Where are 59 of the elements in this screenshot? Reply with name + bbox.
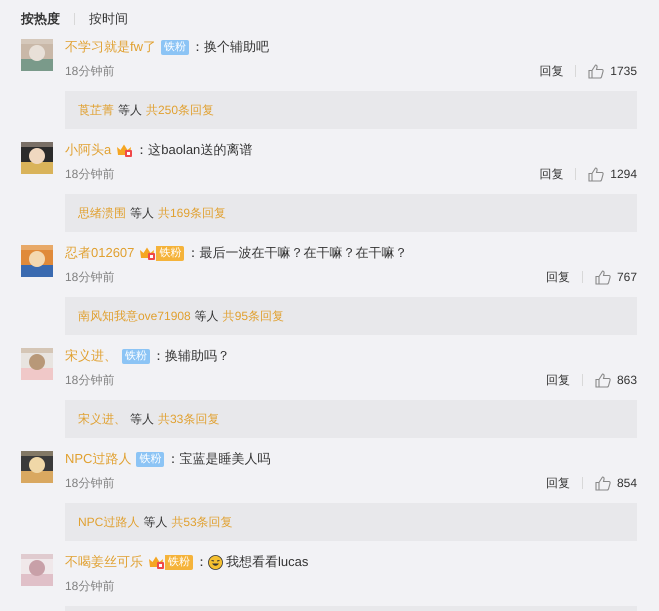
- reply-count-link[interactable]: 共95条回复: [222, 307, 284, 325]
- reply-others-text: 等人: [130, 205, 154, 222]
- comment-time: 18分钟前: [65, 578, 114, 595]
- like-icon[interactable]: [594, 270, 611, 284]
- like-icon[interactable]: [594, 476, 611, 490]
- fan-badge: 铁粉: [165, 554, 193, 570]
- reply-link[interactable]: 回复: [546, 371, 570, 389]
- comment-colon: ：: [195, 553, 208, 572]
- reply-count-link[interactable]: 共169条回复: [158, 204, 226, 222]
- reply-user-name[interactable]: NPC过路人: [78, 513, 140, 531]
- like-icon[interactable]: [588, 64, 604, 78]
- user-name[interactable]: 宋义进、: [65, 346, 117, 366]
- reply-others-text: 等人: [130, 411, 154, 428]
- like-icon[interactable]: [594, 372, 611, 388]
- reply-link[interactable]: 回复: [539, 165, 564, 183]
- crown-icon: [139, 246, 156, 260]
- like-count: 863: [616, 372, 637, 389]
- reply-count-link[interactable]: 共33条回复: [158, 410, 220, 428]
- comment-text: 我想看看lucas: [226, 553, 308, 572]
- reply-link[interactable]: 回复: [546, 474, 570, 492]
- comment-text: ：换个辅助吧: [191, 38, 269, 56]
- like-count: 1294: [610, 166, 637, 183]
- like-count: 1735: [610, 63, 637, 80]
- crown-icon: [148, 554, 165, 570]
- reply-user-name[interactable]: 南风知我意ove71908: [78, 307, 191, 325]
- reply-count-link[interactable]: 共250条回复: [146, 101, 214, 119]
- reply-link[interactable]: 回复: [539, 62, 564, 80]
- comment-time: 18分钟前: [65, 166, 114, 183]
- like-count: 767: [616, 269, 637, 286]
- sort-tab[interactable]: 按时间: [89, 9, 128, 29]
- reply-user-name[interactable]: 莨芷菁: [78, 101, 114, 119]
- like-count: 854: [616, 475, 637, 492]
- user-name[interactable]: 小阿头a: [65, 140, 112, 160]
- user-name[interactable]: 不喝姜丝可乐: [65, 552, 143, 572]
- user-name[interactable]: NPC过路人: [65, 449, 132, 469]
- reply-count-link[interactable]: 共53条回复: [171, 513, 233, 531]
- comment-time: 18分钟前: [65, 63, 114, 80]
- user-name[interactable]: 不学习就是fw了: [65, 37, 156, 57]
- comment-time: 18分钟前: [65, 269, 114, 286]
- sort-tab[interactable]: 按热度: [21, 9, 60, 29]
- fan-badge: 铁粉: [136, 452, 164, 466]
- like-icon[interactable]: [588, 166, 604, 182]
- comment-text: ：换辅助吗？: [152, 347, 230, 366]
- comment-time: 18分钟前: [65, 372, 114, 389]
- reply-user-name[interactable]: 宋义进、: [78, 410, 126, 428]
- fan-badge: 铁粉: [161, 40, 189, 54]
- user-name[interactable]: 忍者012607: [65, 243, 134, 263]
- comment-text: ：最后一波在干嘛？在干嘛？在干嘛？: [186, 244, 408, 262]
- comment-text: ：宝蓝是睡美人吗: [166, 450, 270, 468]
- reply-others-text: 等人: [194, 308, 219, 325]
- reply-user-name[interactable]: 思绪溃围: [78, 204, 126, 222]
- fan-badge: 铁粉: [122, 348, 150, 364]
- comment-text: ：这baolan送的离谱: [135, 141, 252, 160]
- reply-others-text: 等人: [143, 514, 168, 531]
- crown-icon: [116, 142, 134, 158]
- fan-badge: 铁粉: [156, 246, 184, 260]
- reply-link[interactable]: 回复: [546, 268, 570, 286]
- comment-time: 18分钟前: [65, 475, 114, 492]
- reply-others-text: 等人: [118, 102, 142, 119]
